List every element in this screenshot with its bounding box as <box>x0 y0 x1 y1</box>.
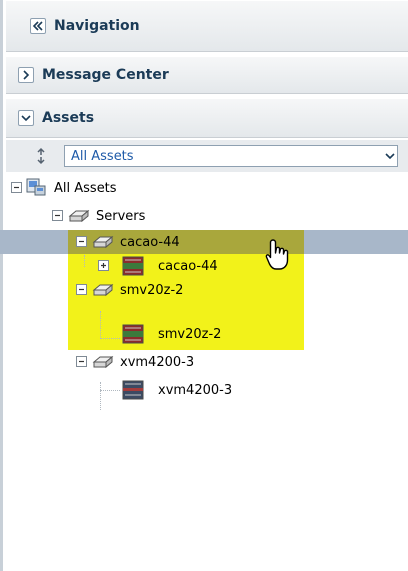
assets-header[interactable]: Assets <box>6 98 408 138</box>
tree-row-all-assets[interactable]: All Assets <box>0 176 408 200</box>
collapse-icon[interactable] <box>76 236 87 247</box>
asset-tree: All Assets Servers cacao-44 cacao-44 smv… <box>0 172 408 571</box>
tree-label-smv20z-2: smv20z-2 <box>120 282 184 298</box>
computer-icon <box>26 178 46 196</box>
chevron-right-icon <box>23 70 30 80</box>
hardware-icon <box>122 380 144 400</box>
tree-label-all-assets: All Assets <box>54 180 117 196</box>
hardware-icon <box>122 256 144 276</box>
double-chevron-left-icon <box>32 21 43 31</box>
tree-row-smv20z-2-child[interactable]: smv20z-2 <box>0 322 408 346</box>
expand-icon[interactable] <box>98 260 109 271</box>
asset-filter-value: All Assets <box>71 148 134 164</box>
server-icon <box>92 235 114 249</box>
server-icon <box>68 209 90 223</box>
tree-label-cacao-44-child: cacao-44 <box>158 258 218 274</box>
tree-label-smv20z-2-child: smv20z-2 <box>158 326 222 342</box>
tree-row-xvm4200-3[interactable]: xvm4200-3 <box>0 350 408 374</box>
asset-selector-row: All Assets <box>6 140 408 172</box>
server-icon <box>92 283 114 297</box>
chevron-down-icon <box>21 115 31 122</box>
collapse-icon[interactable] <box>76 284 87 295</box>
tree-label-xvm4200-3: xvm4200-3 <box>120 354 195 370</box>
assets-title: Assets <box>42 110 95 126</box>
message-center-header[interactable]: Message Center <box>6 56 408 94</box>
collapse-navigation-button[interactable] <box>30 18 46 34</box>
collapse-icon[interactable] <box>76 356 87 367</box>
tree-row-cacao-44-child[interactable]: cacao-44 <box>0 254 408 278</box>
tree-label-cacao-44: cacao-44 <box>120 234 180 250</box>
tree-row-xvm4200-3-child[interactable]: xvm4200-3 <box>0 378 408 402</box>
collapse-icon[interactable] <box>11 182 22 193</box>
message-center-title: Message Center <box>42 67 169 83</box>
expand-message-center-button[interactable] <box>18 67 34 83</box>
tree-row-smv20z-2[interactable]: smv20z-2 <box>0 278 408 302</box>
refresh-icon[interactable] <box>32 147 50 165</box>
collapse-icon[interactable] <box>52 210 63 221</box>
tree-label-xvm4200-3-child: xvm4200-3 <box>158 382 233 398</box>
hardware-icon <box>122 324 144 344</box>
hand-cursor-icon <box>265 239 289 270</box>
tree-row-servers[interactable]: Servers <box>0 204 408 228</box>
dropdown-arrow-icon[interactable] <box>383 146 397 166</box>
tree-row-cacao-44[interactable]: cacao-44 <box>0 230 408 254</box>
tree-label-servers: Servers <box>96 208 146 224</box>
navigation-title: Navigation <box>54 18 140 34</box>
server-icon <box>92 355 114 369</box>
page: Navigation Message Center Assets All Ass… <box>0 0 408 571</box>
collapse-assets-button[interactable] <box>18 110 34 126</box>
asset-filter-select[interactable]: All Assets <box>64 145 398 167</box>
navigation-header: Navigation <box>6 0 408 52</box>
